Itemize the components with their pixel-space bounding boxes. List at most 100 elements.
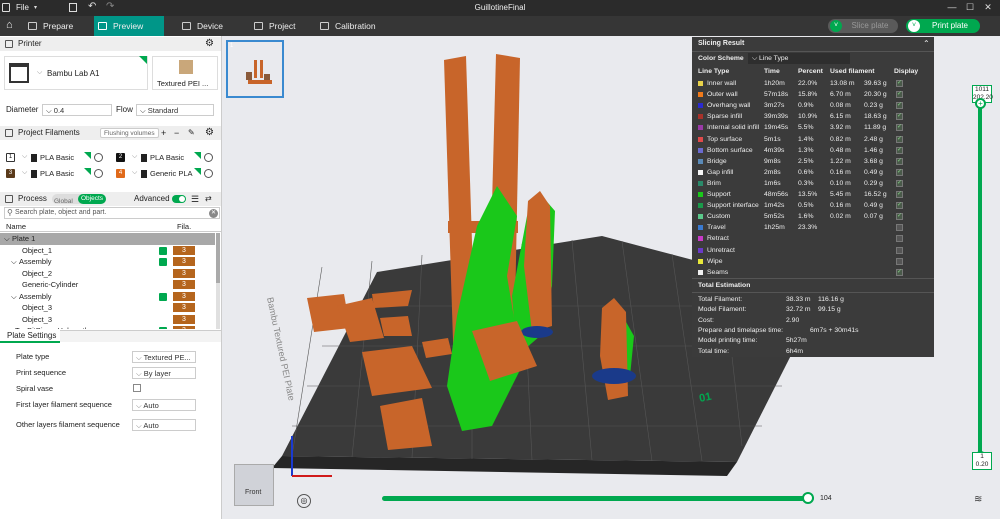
display-checkbox[interactable]: ✓ bbox=[896, 191, 903, 198]
collapse-icon[interactable]: ⌃ bbox=[923, 39, 930, 48]
flow-select[interactable]: ⌵ Standard bbox=[136, 104, 214, 116]
minimize-icon[interactable]: — bbox=[945, 2, 959, 14]
tab-prepare[interactable]: Prepare bbox=[24, 16, 94, 36]
color-scheme-select[interactable]: ⌵ Line Type bbox=[748, 53, 850, 64]
expand-arrow-icon[interactable]: ⌵ bbox=[11, 291, 17, 302]
display-checkbox[interactable]: ✓ bbox=[896, 213, 903, 221]
gear-icon[interactable]: ⚙ bbox=[205, 37, 214, 51]
tree-row[interactable]: ⌵ Plate 1 bbox=[0, 233, 215, 245]
plate-setting-select[interactable]: ⌵ Textured PE... bbox=[132, 351, 196, 363]
display-checkbox[interactable] bbox=[896, 246, 903, 254]
close-icon[interactable]: ✕ bbox=[981, 2, 995, 14]
move-slider-thumb[interactable] bbox=[802, 492, 814, 504]
display-checkbox[interactable]: ✓ bbox=[896, 113, 903, 121]
line-type-swatch bbox=[698, 103, 703, 109]
layer-top-thumb[interactable]: + bbox=[975, 98, 986, 109]
remove-icon[interactable] bbox=[204, 169, 213, 178]
filament-slot-3[interactable]: 3 ⌵ PLA Basic bbox=[6, 168, 110, 180]
gear-icon[interactable]: ⚙ bbox=[205, 126, 214, 140]
visible-checkbox[interactable] bbox=[159, 327, 167, 329]
tree-row[interactable]: ⌵ Assembly 3 bbox=[0, 256, 215, 268]
sidebar: Printer ⚙ ⌵ Bambu Lab A1 Textured PEI ..… bbox=[0, 36, 222, 519]
visible-checkbox[interactable] bbox=[159, 292, 167, 301]
objects-option[interactable]: Objects bbox=[78, 194, 106, 204]
tree-row[interactable]: Object_3 3 bbox=[0, 302, 215, 314]
tab-label: Calibration bbox=[335, 21, 376, 31]
view-cube[interactable]: Front bbox=[234, 464, 274, 506]
plate-setting-select[interactable]: ⌵ Auto bbox=[132, 419, 196, 431]
filament-badge[interactable]: 3 bbox=[173, 245, 195, 255]
display-checkbox[interactable]: ✓ bbox=[896, 179, 903, 187]
clear-icon[interactable]: ✕ bbox=[209, 209, 218, 218]
filament-slot-4[interactable]: 4 ⌵ Generic PLA bbox=[116, 168, 220, 180]
advanced-toggle[interactable] bbox=[172, 195, 186, 203]
object-list-scrollbar[interactable] bbox=[216, 233, 220, 329]
display-checkbox[interactable] bbox=[896, 235, 903, 243]
filament-badge[interactable]: 3 bbox=[173, 314, 195, 324]
visible-checkbox[interactable] bbox=[159, 246, 167, 255]
plate-settings-header[interactable]: Plate Settings bbox=[0, 330, 60, 343]
display-checkbox[interactable]: ✓ bbox=[896, 202, 903, 210]
display-checkbox[interactable]: ✓ bbox=[896, 124, 903, 132]
home-icon[interactable]: ⌂ bbox=[6, 20, 13, 31]
tree-row[interactable]: ⌵ Assembly 3 bbox=[0, 291, 215, 303]
filament-slot-1[interactable]: 1 ⌵ PLA Basic bbox=[6, 152, 110, 164]
display-checkbox[interactable] bbox=[896, 224, 903, 232]
print-plate-button[interactable]: ˅ Print plate bbox=[906, 19, 980, 33]
plate-selector[interactable]: Textured PEI ... bbox=[152, 56, 218, 90]
global-objects-toggle[interactable]: Global Objects bbox=[52, 194, 106, 205]
tab-preview[interactable]: Preview bbox=[94, 16, 164, 36]
compare-icon[interactable]: ⇄ bbox=[205, 192, 212, 206]
edit-icon[interactable]: ✎ bbox=[188, 126, 195, 140]
plate-setting-select[interactable]: ⌵ By layer bbox=[132, 367, 196, 379]
display-checkbox[interactable]: ✓ bbox=[896, 102, 903, 110]
filament-badge[interactable]: 3 bbox=[173, 280, 195, 289]
tab-calibration[interactable]: Calibration bbox=[316, 16, 396, 36]
layers-icon[interactable]: ≋ bbox=[974, 494, 982, 505]
display-checkbox[interactable]: ✓ bbox=[896, 80, 903, 87]
tree-row[interactable]: Object_3 3 bbox=[0, 314, 215, 326]
filament-badge[interactable]: 3 bbox=[173, 326, 195, 329]
filament-badge[interactable]: 3 bbox=[173, 257, 195, 266]
remove-icon[interactable] bbox=[94, 169, 103, 178]
remove-icon[interactable]: − bbox=[174, 126, 179, 140]
diameter-label: Diameter bbox=[6, 105, 39, 114]
list-icon[interactable]: ☰ bbox=[191, 192, 199, 206]
display-checkbox[interactable]: ✓ bbox=[896, 91, 903, 99]
tree-row[interactable]: Object_1 3 bbox=[0, 245, 215, 257]
remove-icon[interactable] bbox=[204, 153, 213, 162]
screenshot-icon[interactable]: ◎ bbox=[297, 494, 311, 508]
move-slider[interactable] bbox=[382, 492, 814, 504]
visible-checkbox[interactable] bbox=[159, 258, 167, 266]
expand-arrow-icon[interactable]: ⌵ bbox=[4, 233, 10, 244]
filament-badge[interactable]: 3 bbox=[173, 291, 195, 301]
display-checkbox[interactable]: ✓ bbox=[896, 146, 903, 154]
filament-slot-2[interactable]: 2 ⌵ PLA Basic bbox=[116, 152, 220, 164]
display-checkbox[interactable]: ✓ bbox=[896, 157, 903, 165]
tab-device[interactable]: Device bbox=[178, 16, 238, 36]
flushing-volumes-button[interactable]: Flushing volumes bbox=[100, 128, 159, 138]
diameter-select[interactable]: ⌵ 0.4 bbox=[42, 104, 112, 116]
slice-plate-button[interactable]: ˅ Slice plate bbox=[828, 19, 898, 33]
spiral-vase-checkbox[interactable] bbox=[133, 384, 141, 392]
tree-row[interactable]: Object_2 3 bbox=[0, 268, 215, 280]
printer-selector[interactable]: ⌵ Bambu Lab A1 bbox=[4, 56, 148, 90]
display-checkbox[interactable]: ✓ bbox=[896, 135, 903, 143]
display-checkbox[interactable]: ✓ bbox=[896, 268, 903, 276]
remove-icon[interactable] bbox=[94, 153, 103, 162]
filament-badge[interactable]: 3 bbox=[173, 303, 195, 312]
display-checkbox[interactable] bbox=[896, 257, 903, 265]
line-type-weight: 20.30 g bbox=[864, 91, 887, 99]
plate-setting-value: Auto bbox=[143, 401, 159, 410]
filament-badge[interactable]: 3 bbox=[173, 268, 195, 278]
layer-slider[interactable] bbox=[978, 99, 982, 459]
maximize-icon[interactable]: ☐ bbox=[963, 2, 977, 14]
expand-arrow-icon[interactable]: ⌵ bbox=[11, 256, 17, 267]
tab-project[interactable]: Project bbox=[250, 16, 310, 36]
tree-row[interactable]: Generic-Cylinder 3 bbox=[0, 279, 215, 291]
display-checkbox[interactable]: ✓ bbox=[896, 168, 903, 176]
tree-row[interactable]: TopBitBiggerHoles.stl 3 bbox=[0, 325, 215, 329]
object-search[interactable]: ⚲ Search plate, object and part. ✕ bbox=[4, 207, 220, 219]
add-icon[interactable]: + bbox=[161, 126, 166, 140]
plate-setting-select[interactable]: ⌵ Auto bbox=[132, 399, 196, 411]
